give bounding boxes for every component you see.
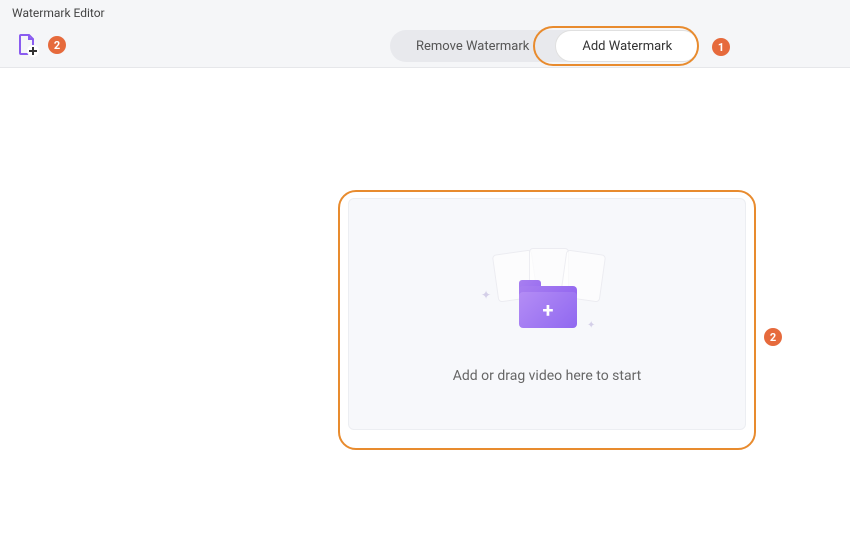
- dropzone-illustration: ✦ ✦ +: [477, 244, 617, 344]
- file-add-wrap: 2: [14, 32, 66, 58]
- annotation-badge-2-top: 2: [48, 36, 66, 54]
- header-bar: Watermark Editor 2 Remove Watermark Add …: [0, 0, 850, 68]
- video-dropzone[interactable]: ✦ ✦ + Add or drag video here to start: [348, 198, 746, 430]
- sparkle-icon: ✦: [587, 320, 595, 331]
- tab-group: Remove Watermark Add Watermark: [390, 30, 699, 62]
- file-add-button[interactable]: [14, 32, 40, 58]
- folder-add-icon: +: [519, 280, 577, 326]
- main-area: ✦ ✦ + Add or drag video here to start 2: [0, 68, 850, 540]
- annotation-badge-2-side: 2: [764, 328, 782, 346]
- annotation-badge-1: 1: [712, 38, 730, 56]
- window-title: Watermark Editor: [12, 6, 105, 20]
- tab-remove-watermark[interactable]: Remove Watermark: [390, 30, 555, 62]
- file-add-icon: [15, 33, 39, 57]
- dropzone-label: Add or drag video here to start: [453, 368, 642, 384]
- tab-add-watermark[interactable]: Add Watermark: [555, 30, 699, 62]
- sparkle-icon: ✦: [481, 288, 491, 302]
